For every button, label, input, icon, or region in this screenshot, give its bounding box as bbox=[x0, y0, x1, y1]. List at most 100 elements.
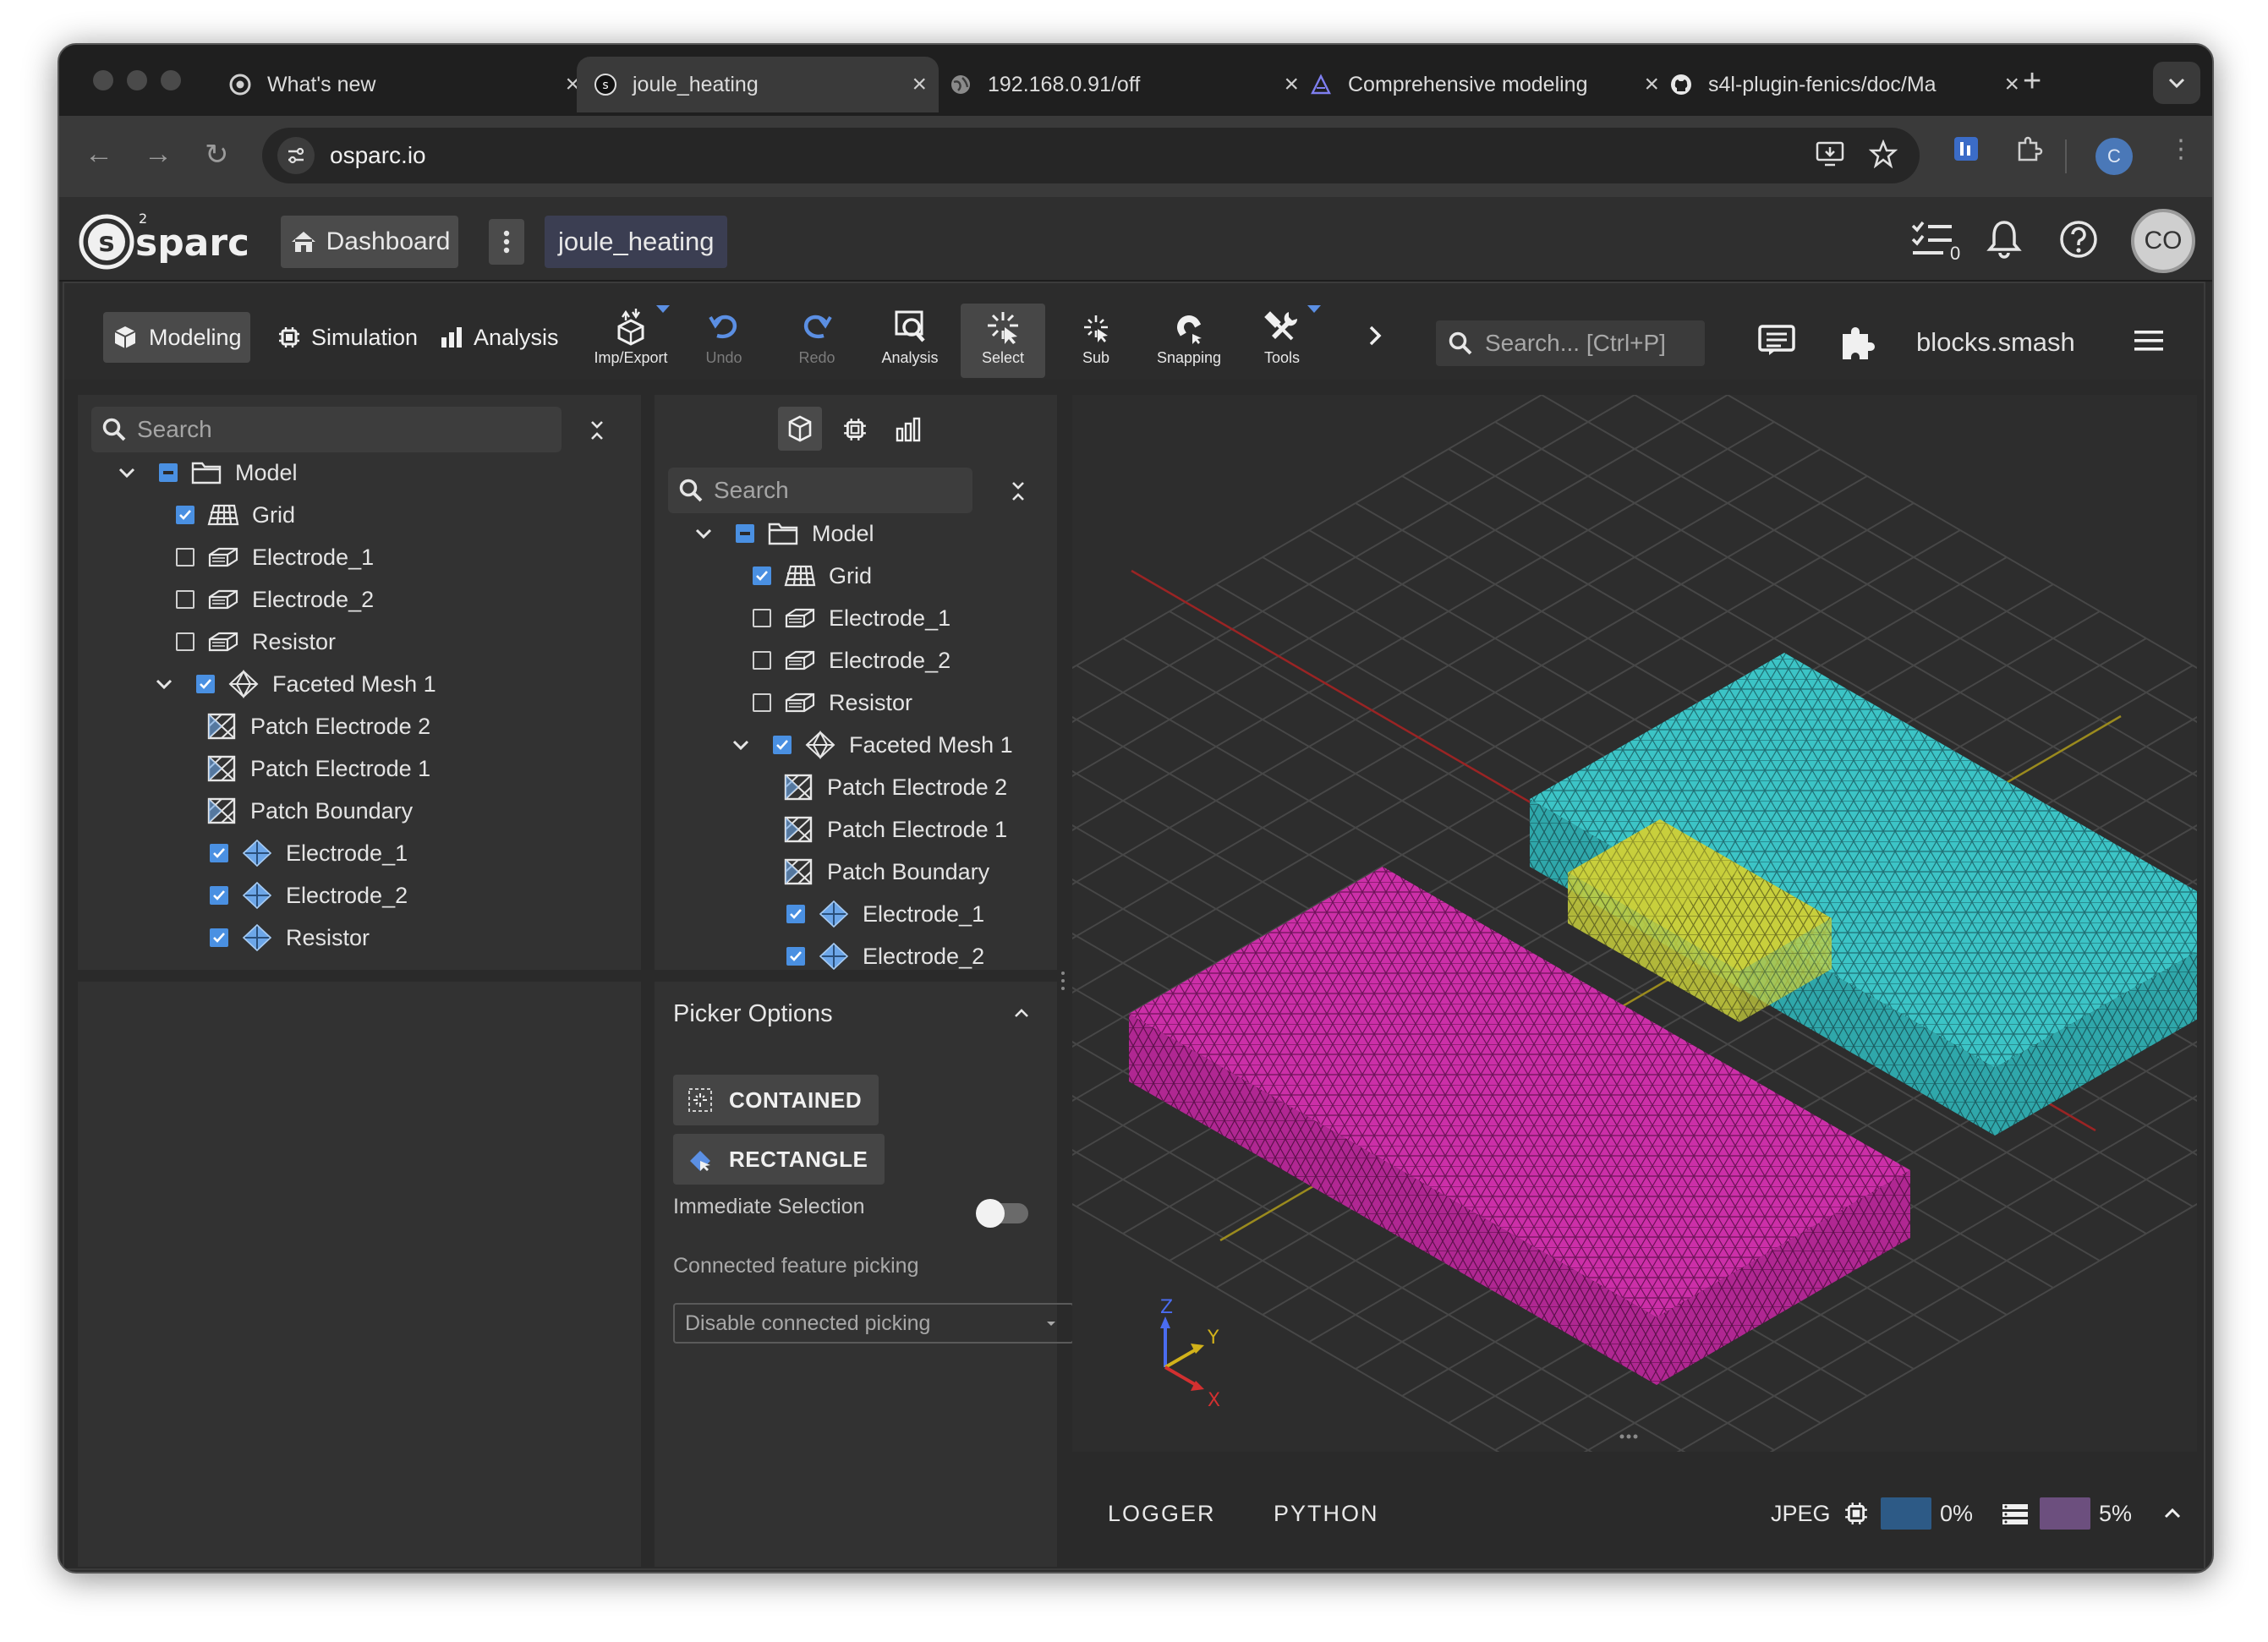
tree-item[interactable]: Electrode_2 bbox=[176, 579, 374, 620]
tree-item[interactable]: Model bbox=[115, 452, 298, 493]
close-window-button[interactable] bbox=[93, 70, 113, 90]
zoom-window-button[interactable] bbox=[161, 70, 181, 90]
undo-tool[interactable]: Undo bbox=[682, 304, 766, 378]
visibility-checkbox[interactable] bbox=[210, 928, 228, 947]
browser-tab[interactable]: 192.168.0.91/off × bbox=[949, 57, 1311, 112]
plugins-button[interactable] bbox=[1838, 324, 1876, 365]
tree-item[interactable]: Electrode_1 bbox=[210, 833, 408, 873]
close-tab-icon[interactable]: × bbox=[1284, 70, 1299, 99]
analysis-tool[interactable]: Analysis bbox=[868, 304, 952, 378]
logger-tab[interactable]: LOGGER bbox=[1108, 1501, 1216, 1527]
site-settings-icon[interactable] bbox=[277, 137, 315, 174]
console-button[interactable] bbox=[1757, 324, 1796, 362]
selection-search-input[interactable]: Search bbox=[668, 468, 972, 513]
import-export-dropdown-icon[interactable] bbox=[656, 305, 670, 313]
tree-item[interactable]: Faceted Mesh 1 bbox=[729, 725, 1013, 765]
browser-tab[interactable]: What's new × bbox=[228, 57, 592, 112]
tasks-button[interactable]: 0 bbox=[1909, 217, 1960, 269]
visibility-checkbox[interactable] bbox=[736, 524, 754, 543]
python-tab[interactable]: PYTHON bbox=[1274, 1501, 1379, 1527]
dashboard-button[interactable]: Dashboard bbox=[281, 216, 458, 268]
simulation-mode-button[interactable]: Simulation bbox=[269, 312, 426, 363]
redo-tool[interactable]: Redo bbox=[775, 304, 859, 378]
modeling-mode-button[interactable]: Modeling bbox=[103, 312, 250, 363]
profile-avatar[interactable]: C bbox=[2095, 138, 2133, 175]
visibility-checkbox[interactable] bbox=[786, 905, 805, 923]
tree-item[interactable]: Model bbox=[692, 513, 874, 554]
command-search-input[interactable]: Search... [Ctrl+P] bbox=[1436, 320, 1705, 366]
tree-item[interactable]: Grid bbox=[176, 495, 295, 535]
user-avatar[interactable]: CO bbox=[2131, 209, 2195, 273]
tree-item[interactable]: Patch Electrode 2 bbox=[781, 767, 1007, 807]
visibility-checkbox[interactable] bbox=[196, 675, 215, 693]
minimize-window-button[interactable] bbox=[127, 70, 147, 90]
forward-arrow-icon[interactable]: → bbox=[144, 138, 173, 171]
visibility-checkbox[interactable] bbox=[176, 548, 194, 566]
close-tab-icon[interactable]: × bbox=[2004, 70, 2019, 99]
browser-menu-icon[interactable]: ⋮ bbox=[2168, 134, 2194, 164]
visibility-checkbox[interactable] bbox=[176, 632, 194, 651]
visibility-checkbox[interactable] bbox=[176, 506, 194, 524]
analysis-mode-button[interactable]: Analysis bbox=[431, 312, 567, 363]
collapse-picker-button[interactable] bbox=[1013, 1007, 1030, 1023]
immediate-selection-toggle[interactable] bbox=[976, 1199, 1028, 1228]
close-tab-icon[interactable]: × bbox=[912, 70, 927, 99]
visibility-checkbox[interactable] bbox=[786, 947, 805, 966]
chevron-down-icon[interactable] bbox=[152, 678, 176, 690]
tree-item[interactable]: Electrode_2 bbox=[786, 936, 984, 970]
tools-dropdown-icon[interactable] bbox=[1307, 305, 1321, 313]
extensions-puzzle-icon[interactable] bbox=[2014, 134, 2045, 172]
install-app-icon[interactable] bbox=[1815, 140, 1845, 172]
tools-tool[interactable]: Tools bbox=[1240, 304, 1324, 378]
browser-tab[interactable]: Comprehensive modeling × bbox=[1309, 57, 1671, 112]
visibility-checkbox[interactable] bbox=[210, 844, 228, 862]
tree-item[interactable]: Electrode_1 bbox=[786, 894, 984, 934]
visibility-checkbox[interactable] bbox=[159, 463, 178, 482]
tab-search-button[interactable] bbox=[2153, 62, 2200, 104]
tree-item[interactable]: Electrode_2 bbox=[753, 640, 950, 681]
address-bar[interactable]: osparc.io bbox=[262, 128, 1920, 183]
visibility-checkbox[interactable] bbox=[176, 590, 194, 609]
toolbar-overflow-button[interactable] bbox=[1367, 322, 1383, 353]
analysis-view-tab[interactable] bbox=[895, 417, 922, 446]
close-tab-icon[interactable]: × bbox=[1644, 70, 1659, 99]
visibility-checkbox[interactable] bbox=[210, 886, 228, 905]
visibility-checkbox[interactable] bbox=[773, 736, 792, 754]
back-arrow-icon[interactable]: ← bbox=[85, 138, 113, 171]
visibility-checkbox[interactable] bbox=[753, 651, 771, 670]
splitter-handle[interactable] bbox=[1060, 968, 1066, 993]
study-name-field[interactable]: joule_heating bbox=[545, 216, 728, 268]
tree-item[interactable]: Electrode_1 bbox=[753, 598, 950, 638]
chevron-down-icon[interactable] bbox=[115, 467, 139, 479]
bookmark-star-icon[interactable] bbox=[1868, 139, 1898, 172]
expand-panel-button[interactable] bbox=[2163, 1506, 2182, 1524]
import-export-tool[interactable]: Imp/Export bbox=[589, 304, 673, 378]
tree-item[interactable]: Patch Electrode 1 bbox=[781, 809, 1007, 850]
browser-tab-active[interactable]: s joule_heating × bbox=[577, 57, 939, 112]
new-tab-button[interactable]: + bbox=[2023, 63, 2041, 100]
model-view-tab[interactable] bbox=[778, 407, 822, 451]
chevron-down-icon[interactable] bbox=[692, 528, 715, 539]
tree-item[interactable]: Resistor bbox=[176, 621, 336, 662]
contained-button[interactable]: CONTAINED bbox=[673, 1075, 879, 1125]
collapse-all-button[interactable] bbox=[589, 420, 605, 445]
chevron-down-icon[interactable] bbox=[729, 739, 753, 751]
tree-item[interactable]: Resistor bbox=[210, 917, 370, 958]
tree-item[interactable]: Electrode_1 bbox=[176, 537, 374, 577]
app-menu-button[interactable] bbox=[2133, 329, 2165, 357]
visibility-checkbox[interactable] bbox=[753, 566, 771, 585]
tree-item[interactable]: Patch Electrode 1 bbox=[205, 748, 430, 789]
sub-tool[interactable]: Sub bbox=[1054, 304, 1138, 378]
visibility-checkbox[interactable] bbox=[753, 693, 771, 712]
tree-item[interactable]: Patch Boundary bbox=[205, 791, 413, 831]
simulation-view-tab[interactable] bbox=[842, 417, 868, 446]
extension-icon[interactable] bbox=[1952, 134, 1980, 170]
tree-item[interactable]: Faceted Mesh 1 bbox=[152, 664, 436, 704]
rectangle-button[interactable]: RECTANGLE bbox=[673, 1134, 885, 1185]
tree-item[interactable]: Patch Electrode 2 bbox=[205, 706, 430, 747]
reload-icon[interactable]: ↻ bbox=[205, 138, 229, 172]
browser-tab[interactable]: s4l-plugin-fenics/doc/Ma × bbox=[1669, 57, 2031, 112]
tree-search-input[interactable]: Search bbox=[91, 407, 562, 452]
snapping-tool[interactable]: Snapping bbox=[1147, 304, 1231, 378]
connected-picking-select[interactable]: Disable connected picking bbox=[673, 1303, 1074, 1344]
